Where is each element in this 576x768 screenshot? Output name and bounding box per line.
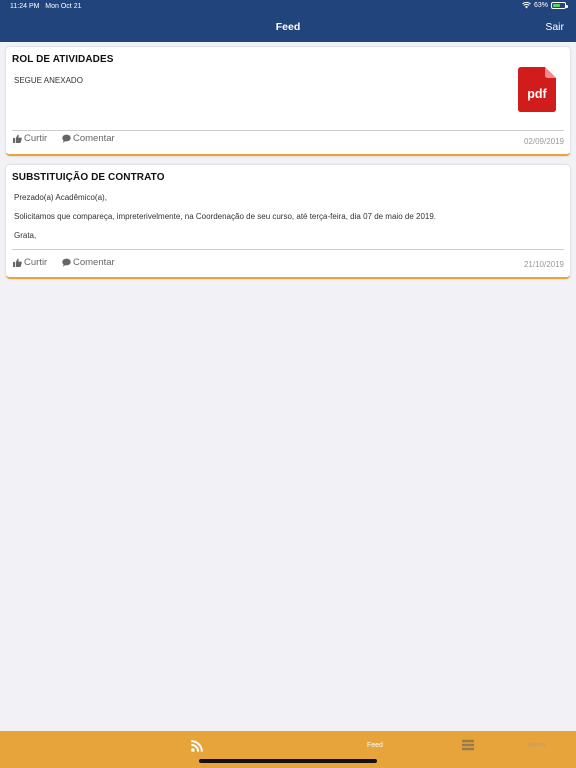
divider [12,130,564,131]
comment-label: Comentar [73,257,115,268]
comment-icon [62,134,71,143]
feed-card-text: Solicitamos que compareça, impreterivelm… [14,212,437,221]
status-clock: 11:24 PM [10,3,40,10]
divider [12,249,564,250]
menu-icon[interactable] [462,739,474,751]
thumbs-up-icon [13,134,22,143]
battery-icon [551,2,568,9]
like-label: Curtir [24,257,48,268]
like-button[interactable]: Curtir [13,133,47,144]
thumbs-up-icon [13,258,22,267]
status-time: 11:24 PM Mon Oct 21 [10,3,81,10]
home-indicator [199,759,377,763]
feed-card-text: Prezado(a) Acadêmico(a), [14,193,107,202]
battery-fill [553,4,560,7]
feed-card-title: SUBSTITUIÇÃO DE CONTRATO [12,172,165,183]
wifi-icon [522,2,531,9]
page-title: Feed [275,21,301,33]
post-date: 02/09/2019 [523,137,564,146]
tab-menu[interactable]: Menu [528,742,546,749]
logout-button[interactable]: Sair [545,21,564,33]
comment-icon [62,258,71,267]
post-date: 21/10/2019 [523,260,564,269]
rss-icon[interactable] [191,740,203,752]
tab-feed[interactable]: Feed [367,742,383,749]
comment-button[interactable]: Comentar [62,133,115,144]
feed-card-text: SEGUE ANEXADO [14,76,83,85]
feed-card: SUBSTITUIÇÃO DE CONTRATO Prezado(a) Acad… [6,165,570,279]
pdf-label: pdf [527,87,547,101]
like-label: Curtir [24,133,48,144]
comment-button[interactable]: Comentar [62,257,115,268]
feed-card-title: ROL DE ATIVIDADES [12,54,114,65]
comment-label: Comentar [73,133,115,144]
like-button[interactable]: Curtir [13,257,47,268]
feed-card-text: Grata, [14,231,37,240]
status-date: Mon Oct 21 [45,3,82,10]
status-indicators: 63% [522,2,568,9]
nav-header: 11:24 PM Mon Oct 21 63% Feed Sair [0,0,576,42]
battery-percent: 63% [533,2,548,9]
feed-card: ROL DE ATIVIDADES SEGUE ANEXADO pdf Curt… [6,47,570,156]
pdf-attachment[interactable]: pdf [518,67,556,112]
